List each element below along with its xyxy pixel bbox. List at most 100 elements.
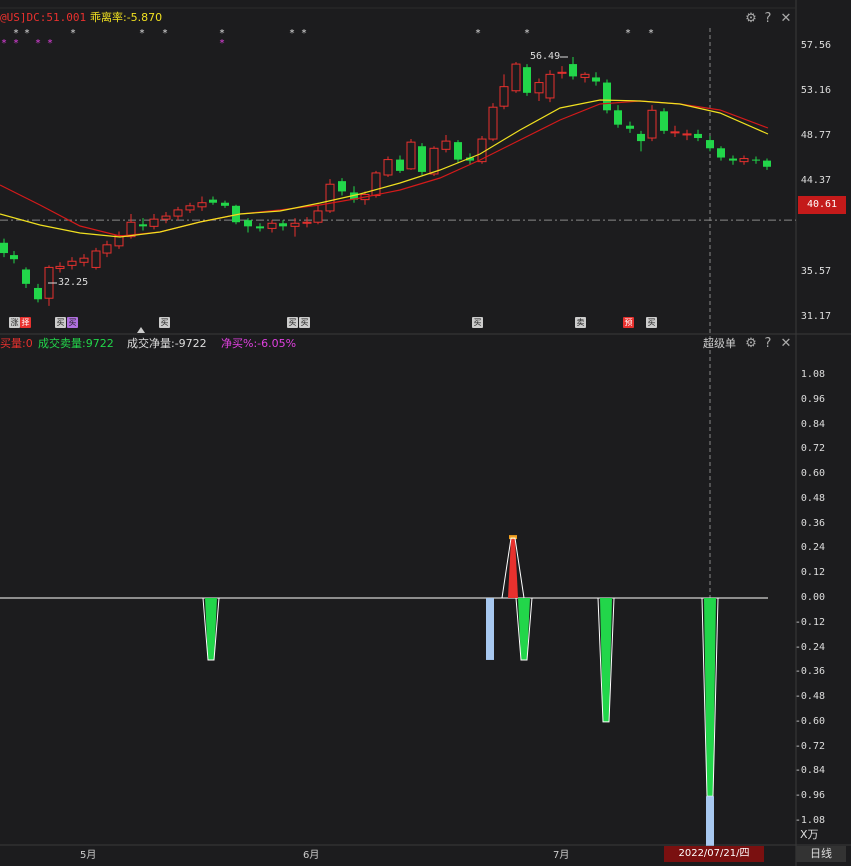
low-label: 32.25 [58,277,89,288]
signal-badge[interactable]: 买 [67,317,78,328]
candle-body-down [592,77,600,82]
candle-body-up [429,147,439,175]
candle-body-down [763,160,771,167]
signal-badge[interactable]: 买 [159,317,170,328]
settings-icon[interactable]: ⚙ [744,12,758,26]
star-marker: * [14,38,19,49]
candle-body-down [603,82,611,111]
price-tick-label: 35.57 [800,265,831,277]
sub-tick-label: 0.12 [800,567,825,579]
candle-body-down [626,125,634,129]
star-marker: * [290,28,295,39]
candle-body-down [139,224,147,227]
star-marker: * [220,38,225,49]
candle-body-up [580,73,590,78]
star-marker: * [525,28,530,39]
candle-body-up [302,221,312,224]
candle-body-up [55,265,65,269]
candle-body-down [706,140,714,149]
sub-tick-label: -0.84 [794,765,825,777]
sub-tick-label: -0.48 [794,691,825,703]
signal-badge[interactable]: 择 [20,317,31,328]
candle-body-down [637,133,645,142]
star-marker: * [48,38,53,49]
candle-body-up [173,209,183,217]
star-marker: * [476,28,481,39]
price-tick-label: 57.56 [800,40,831,51]
signal-badge[interactable]: 买 [55,317,66,328]
candle-body-down [729,158,737,161]
candle-body-up [499,86,509,107]
candle-body-up [670,131,680,134]
candle-body-up [371,172,381,197]
sub-tick-label: 1.08 [800,368,825,380]
candle-body-down [279,223,287,227]
candle-body-down [717,148,725,158]
close-icon[interactable]: ✕ [779,12,793,26]
sub-tick-label: 0.72 [800,443,825,455]
candle-body-up [534,82,544,94]
sub-tick-label: -0.60 [794,715,825,727]
candle-body-down [418,146,426,172]
signal-badge[interactable]: 卖 [575,317,586,328]
month-label-jul: 7月 [553,850,570,861]
candle-body-down [338,181,346,192]
star-marker: * [649,28,654,39]
star-marker: * [71,28,76,39]
sub-tick-label: 0.84 [800,418,825,430]
candle-body-up [161,215,171,220]
candle-body-down [454,142,462,160]
candle-body-down [523,67,531,93]
candle-body-up [406,141,416,170]
buy-bar [706,796,714,846]
candle-body-down [396,159,404,171]
current-price-box: 40.61 [798,196,846,214]
signal-badge[interactable]: 涨 [9,317,20,328]
scroll-arrow-icon [137,327,145,333]
signal-badge[interactable]: 买 [646,317,657,328]
candle-body-up [647,109,657,139]
candle-body-up [185,205,195,211]
star-marker: * [140,28,145,39]
candle-body-up [441,140,451,150]
sub-tick-label: -0.12 [794,616,825,628]
candle-body-down [10,255,18,260]
net-label: 成交净量:-9722 [127,337,207,350]
signal-badge[interactable]: 买 [299,317,310,328]
candle-body-up [79,257,89,263]
price-tick-label: 31.17 [800,311,831,323]
high-label: 56.49 [530,51,561,62]
signal-badge[interactable]: 买 [287,317,298,328]
candle-body-up [325,183,335,212]
candle-body-up [488,106,498,140]
deviation-label: 乖离率:-5.870 [90,11,163,24]
star-marker: * [2,38,7,49]
signal-badge[interactable]: 预 [623,317,634,328]
panel-name[interactable]: 超级单 [703,337,736,351]
candle-body-down [614,110,622,125]
candle-body-up [511,63,521,92]
candle-body-down [694,133,702,139]
unit-label: X万 [800,828,819,841]
help-icon[interactable]: ? [761,337,775,351]
signal-badge[interactable]: 买 [472,317,483,328]
chart-stage: * * * * * * * * * * * * * * * * * @US]DC:51.001 乖离率:-5.8… [0,0,851,866]
period-button[interactable]: 日线 [796,846,846,862]
vol-label: 买量:0 [0,337,33,350]
sub-tick-label: 0.24 [800,542,825,554]
candle-body-down [221,202,229,206]
star-marker: * [36,38,41,49]
sub-tick-label: 0.48 [800,492,825,504]
sub-tick-label: -1.08 [794,815,825,827]
candle-body-up [383,159,393,176]
candle-body-down [752,159,760,161]
close-icon[interactable]: ✕ [779,337,793,351]
settings-icon[interactable]: ⚙ [744,337,758,351]
help-icon[interactable]: ? [761,12,775,26]
sub-tick-label: -0.24 [794,641,825,653]
candle-body-up [267,222,277,229]
candlestick-chart[interactable]: * * * * * * * * * * * ** * * * * [0,0,851,866]
candle-body-down [209,199,217,203]
candle-body-down [22,269,30,284]
candle-body-down [256,226,264,229]
